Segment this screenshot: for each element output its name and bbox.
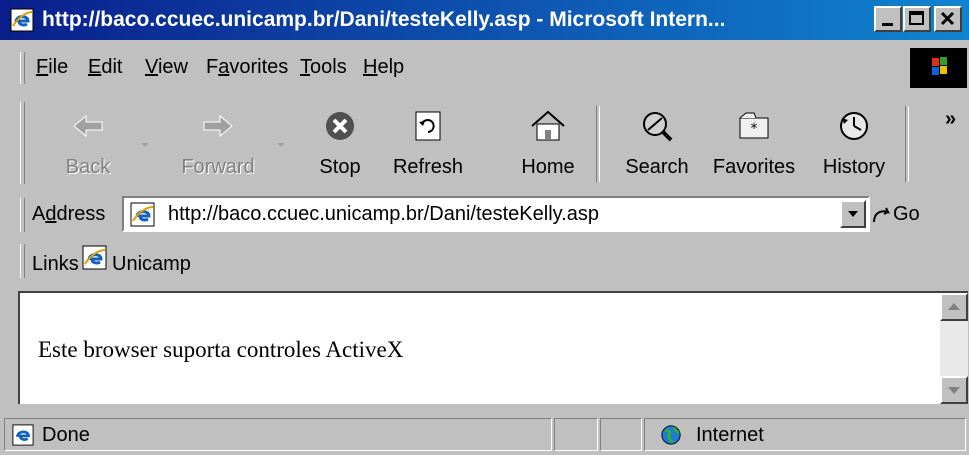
windows-flag-icon (932, 57, 947, 75)
close-button[interactable] (934, 6, 962, 32)
favorites-label: Favorites (712, 156, 796, 178)
go-button[interactable]: Go (893, 203, 920, 226)
window-title: http://baco.ccuec.unicamp.br/Dani/testeK… (42, 8, 726, 31)
stop-label: Stop (319, 156, 361, 178)
minimize-icon (882, 23, 893, 26)
windows-logo (910, 48, 967, 88)
toolbar-separator-2 (905, 106, 909, 182)
scroll-up-icon (948, 303, 960, 310)
toolbar-separator (596, 106, 600, 182)
maximize-icon (909, 11, 924, 25)
favorites-button[interactable]: * Favorites (704, 100, 804, 188)
scroll-down-button[interactable] (940, 376, 968, 404)
refresh-button[interactable]: Refresh (388, 100, 468, 188)
zone-label: Internet (696, 424, 764, 446)
home-label: Home (521, 156, 575, 178)
activex-message: Este browser suporta controles ActiveX (38, 337, 404, 362)
browser-window: http://baco.ccuec.unicamp.br/Dani/testeK… (0, 0, 969, 455)
address-grip[interactable] (20, 198, 25, 232)
home-icon (531, 110, 565, 141)
svg-text:*: * (751, 121, 758, 137)
ie-link-icon (82, 245, 107, 270)
stop-icon (326, 112, 354, 140)
home-button[interactable]: Home (508, 100, 588, 188)
history-label: History (822, 156, 886, 178)
link-unicamp[interactable]: Unicamp (82, 245, 191, 275)
close-icon (940, 11, 955, 26)
menu-file[interactable]: File (36, 56, 68, 79)
minimize-button[interactable] (874, 6, 902, 32)
search-icon (643, 112, 673, 142)
favorites-folder-icon: * (739, 112, 769, 139)
links-grip[interactable] (20, 244, 25, 278)
toolbar-grip[interactable] (20, 102, 25, 184)
search-button[interactable]: Search (612, 100, 702, 188)
go-arrow-icon[interactable] (870, 204, 894, 226)
search-label: Search (625, 156, 689, 178)
address-label: Address (32, 203, 106, 225)
status-text: Done (42, 424, 90, 446)
status-pane-2 (554, 418, 598, 451)
stop-button[interactable]: Stop (300, 100, 380, 188)
forward-label: Forward (181, 156, 255, 178)
status-pane-3 (600, 418, 642, 451)
back-button[interactable]: Back (48, 100, 128, 188)
maximize-button[interactable] (903, 6, 931, 32)
back-arrow-icon (73, 114, 103, 138)
status-page-icon (12, 424, 34, 446)
menu-favorites[interactable]: Favorites (206, 56, 288, 79)
page-icon (130, 202, 155, 227)
back-dropdown-icon[interactable] (140, 140, 150, 150)
zone-pane (644, 418, 966, 451)
history-clock-icon (840, 112, 868, 140)
links-label: Links (32, 253, 79, 275)
menu-tools[interactable]: Tools (300, 56, 347, 79)
back-label: Back (65, 156, 111, 178)
menu-view[interactable]: View (145, 56, 188, 79)
forward-dropdown-icon[interactable] (276, 140, 286, 150)
ie-page-icon (10, 8, 34, 32)
forward-button[interactable]: Forward (168, 100, 268, 188)
title-bar[interactable]: http://baco.ccuec.unicamp.br/Dani/testeK… (0, 0, 969, 40)
globe-icon (661, 425, 681, 445)
address-field[interactable]: http://baco.ccuec.unicamp.br/Dani/testeK… (122, 196, 870, 232)
menu-edit[interactable]: Edit (88, 56, 122, 79)
link-unicamp-label: Unicamp (112, 253, 191, 275)
refresh-label: Refresh (392, 156, 464, 178)
address-input[interactable]: http://baco.ccuec.unicamp.br/Dani/testeK… (168, 203, 599, 226)
address-dropdown-button[interactable] (840, 200, 866, 228)
menu-grip[interactable] (20, 52, 25, 84)
forward-arrow-icon (203, 114, 233, 138)
vertical-scrollbar[interactable] (940, 293, 968, 404)
history-button[interactable]: History (814, 100, 894, 188)
chevron-down-icon (848, 211, 858, 217)
menu-help[interactable]: Help (363, 56, 404, 79)
scroll-down-icon (948, 387, 960, 394)
toolbar-chevron-icon[interactable]: » (945, 108, 956, 131)
refresh-icon (415, 111, 441, 141)
scroll-up-button[interactable] (940, 293, 968, 321)
page-content: Este browser suporta controles ActiveX (18, 291, 968, 404)
